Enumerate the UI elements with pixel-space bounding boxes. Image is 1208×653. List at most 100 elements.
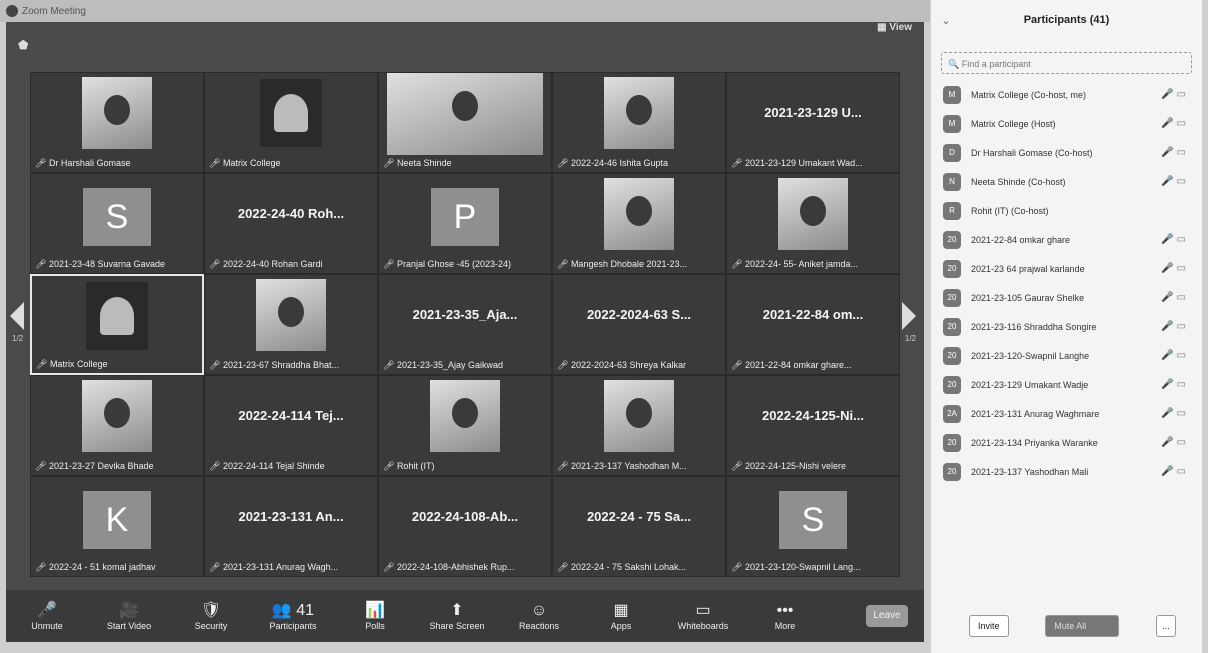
video-tile[interactable]: 2021-22-84 om... 🎤︎ 2021-22-84 omkar ghar…: [726, 274, 900, 375]
participant-row[interactable]: 20 2021-23-105 Gaurav Shelke 🎤 ▭: [943, 283, 1202, 312]
video-tile[interactable]: 2022-24 - 75 Sa... 🎤︎ 2022-24 - 75 Sakshi…: [552, 476, 726, 577]
leave-button[interactable]: Leave: [866, 605, 908, 627]
video-tile[interactable]: P 🎤︎ Pranjal Ghose -45 (2023-24): [378, 173, 552, 274]
video-tile[interactable]: 2022-24-125-Ni... 🎤︎ 2022-24-125-Nishi ve…: [726, 375, 900, 476]
participant-row[interactable]: 20 2021-23-134 Priyanka Waranke 🎤 ▭: [943, 428, 1202, 457]
participant-row[interactable]: 20 2021-23 64 prajwal karlande 🎤 ▭: [943, 254, 1202, 283]
reactions-button[interactable]: ☺ Reactions: [498, 601, 580, 631]
video-tile[interactable]: 🎤︎ 2021-23-27 Devika Bhade: [30, 375, 204, 476]
video-tile[interactable]: 🎤︎ 2021-23-67 Shraddha Bhat...: [204, 274, 378, 375]
muted-mic-icon: 🎤︎: [209, 360, 223, 370]
tile-name-text: 2021-23-48 Suvarna Gavade: [48, 259, 166, 269]
muted-mic-icon: 🎤︎: [209, 562, 223, 572]
video-tile[interactable]: 🎤︎ Matrix College: [204, 72, 378, 173]
muted-mic-icon: 🎤︎: [35, 562, 49, 572]
unmute-icon: 🎤: [37, 602, 57, 619]
participant-row[interactable]: 20 2021-22-84 omkar ghare 🎤 ▭: [943, 225, 1202, 254]
meeting-toolbar: 🎤 Unmute 🎥 Start Video 🛡 Security 👥 41 Particip…: [6, 590, 924, 642]
participant-search-input[interactable]: 🔍 Find a participant: [941, 52, 1192, 74]
tile-name-text: 2022-24 - 51 komal jadhav: [48, 562, 156, 572]
participant-row[interactable]: R Rohit (IT) (Co-host): [943, 196, 1202, 225]
tile-display-name: 2021-23-35_Aja...: [412, 307, 518, 322]
tile-display-name: 2022-24-40 Roh...: [237, 206, 345, 221]
muted-mic-icon: 🎤︎: [557, 461, 571, 471]
participant-row[interactable]: M Matrix College (Host) 🎤 ▭: [943, 109, 1202, 138]
video-tile[interactable]: 🎤︎ Rohit (IT): [378, 375, 552, 476]
security-shield-icon[interactable]: ⬟: [18, 38, 30, 52]
person-silhouette: [452, 91, 478, 121]
tile-name-label: 🎤︎ Mangesh Dhobale 2021-23...: [557, 259, 721, 270]
participants-label: Participants: [269, 621, 317, 631]
participants-button[interactable]: 👥 41 Participants: [252, 601, 334, 631]
more-button[interactable]: ••• More: [744, 601, 826, 631]
video-tile[interactable]: 2022-24-40 Roh... 🎤︎ 2022-24-40 Rohan Gar…: [204, 173, 378, 274]
view-button[interactable]: ▦ View: [877, 22, 912, 33]
participant-video: [604, 178, 674, 250]
apps-button[interactable]: ▦ Apps: [580, 601, 662, 631]
tile-name-text: 2021-23-131 Anurag Wagh...: [222, 562, 339, 572]
participant-video: [387, 73, 543, 155]
muted-mic-icon: 🎤︎: [383, 259, 397, 269]
video-tile[interactable]: 🎤︎ Mangesh Dhobale 2021-23...: [552, 173, 726, 274]
invite-button[interactable]: Invite: [969, 615, 1009, 637]
college-logo-icon: [86, 282, 148, 350]
participant-row[interactable]: 20 2021-23-116 Shraddha Songire 🎤 ▭: [943, 312, 1202, 341]
participant-row[interactable]: 20 2021-23-129 Umakant Wadje 🎤 ▭: [943, 370, 1202, 399]
muted-mic-icon: 🎤︎: [209, 158, 223, 168]
video-tile[interactable]: S 🎤︎ 2021-23-48 Suvarna Gavade: [30, 173, 204, 274]
video-tile[interactable]: S 🎤︎ 2021-23-120-Swapnil Lang...: [726, 476, 900, 577]
participant-name: 2021-23-129 Umakant Wadje: [971, 379, 1089, 390]
tile-name-label: 🎤︎ 2021-22-84 omkar ghare...: [731, 360, 895, 371]
muted-mic-icon: 🎤︎: [557, 259, 571, 269]
collapse-chevron-icon[interactable]: ⌄: [931, 14, 961, 27]
mute-all-button[interactable]: Mute All: [1045, 615, 1120, 637]
tile-display-name: 2021-23-131 An...: [238, 509, 344, 524]
tile-name-label: 🎤︎ Dr Harshali Gomase: [35, 158, 199, 169]
security-button[interactable]: 🛡 Security: [170, 601, 252, 631]
video-tile[interactable]: 🎤︎ 2022-24- 55- Aniket jamda...: [726, 173, 900, 274]
whiteboards-button[interactable]: ▭ Whiteboards: [662, 601, 744, 631]
muted-mic-icon: 🎤︎: [731, 158, 745, 168]
mic-camera-status-icon: 🎤 ▭: [1161, 379, 1186, 390]
more-options-button[interactable]: ...: [1155, 615, 1176, 637]
muted-mic-icon: 🎤︎: [209, 259, 223, 269]
participant-avatar: 2A: [943, 404, 961, 423]
participant-row[interactable]: 20 2021-23-137 Yashodhan Mali 🎤 ▭: [943, 457, 1202, 486]
participant-name: 2021-23-131 Anurag Waghmare: [971, 408, 1100, 419]
video-tile[interactable]: 2022-24-114 Tej... 🎤︎ 2022-24-114 Tejal S…: [204, 375, 378, 476]
tile-name-text: 2021-23-67 Shraddha Bhat...: [222, 360, 340, 370]
polls-button[interactable]: 📊 Polls: [334, 601, 416, 631]
video-tile[interactable]: 🎤︎ Matrix College: [30, 274, 204, 375]
tile-name-text: 2021-23-120-Swapnil Lang...: [744, 562, 861, 572]
video-tile[interactable]: 2022-24-108-Ab... 🎤︎ 2022-24-108-Abhishek…: [378, 476, 552, 577]
tile-name-text: 2022-24-108-Abhishek Rup...: [396, 562, 515, 572]
participant-avatar: 20: [943, 375, 961, 394]
next-page-arrow-icon[interactable]: [902, 302, 916, 330]
participant-avatar: R: [943, 201, 961, 220]
video-tile[interactable]: 2021-23-131 An... 🎤︎ 2021-23-131 Anurag W…: [204, 476, 378, 577]
participant-row[interactable]: M Matrix College (Co-host, me) 🎤 ▭: [943, 80, 1202, 109]
video-stage: ⬟ ▦ View 1/2 1/2 🎤︎ Dr Harshali Gomase 🎤︎…: [6, 22, 924, 590]
participant-row[interactable]: 2A 2021-23-131 Anurag Waghmare 🎤 ▭: [943, 399, 1202, 428]
video-tile[interactable]: K 🎤︎ 2022-24 - 51 komal jadhav: [30, 476, 204, 577]
start-video-button[interactable]: 🎥 Start Video: [88, 601, 170, 631]
panel-footer: Invite Mute All ...: [931, 615, 1202, 637]
video-tile[interactable]: 🎤︎ 2022-24-46 Ishita Gupta: [552, 72, 726, 173]
participant-row[interactable]: 20 2021-23-120-Swapnil Langhe 🎤 ▭: [943, 341, 1202, 370]
participant-row[interactable]: N Neeta Shinde (Co-host) 🎤 ▭: [943, 167, 1202, 196]
share-screen-button[interactable]: ⬆ Share Screen: [416, 601, 498, 631]
participant-avatar: M: [943, 114, 961, 133]
video-tile[interactable]: 🎤︎ Dr Harshali Gomase: [30, 72, 204, 173]
video-tile[interactable]: 🎤︎ Neeta Shinde: [378, 72, 552, 173]
muted-mic-icon: 🎤︎: [731, 562, 745, 572]
person-silhouette: [278, 297, 304, 327]
prev-page-arrow-icon[interactable]: [10, 302, 24, 330]
unmute-button[interactable]: 🎤 Unmute: [6, 601, 88, 631]
mic-camera-status-icon: 🎤 ▭: [1161, 408, 1186, 419]
tile-name-text: 2022-2024-63 Shreya Kalkar: [570, 360, 687, 370]
video-tile[interactable]: 2021-23-35_Aja... 🎤︎ 2021-23-35_Ajay Gaik…: [378, 274, 552, 375]
video-tile[interactable]: 2021-23-129 U... 🎤︎ 2021-23-129 Umakant W…: [726, 72, 900, 173]
video-tile[interactable]: 2022-2024-63 S... 🎤︎ 2022-2024-63 Shreya …: [552, 274, 726, 375]
participant-row[interactable]: D Dr Harshali Gomase (Co-host) 🎤 ▭: [943, 138, 1202, 167]
video-tile[interactable]: 🎤︎ 2021-23-137 Yashodhan M...: [552, 375, 726, 476]
